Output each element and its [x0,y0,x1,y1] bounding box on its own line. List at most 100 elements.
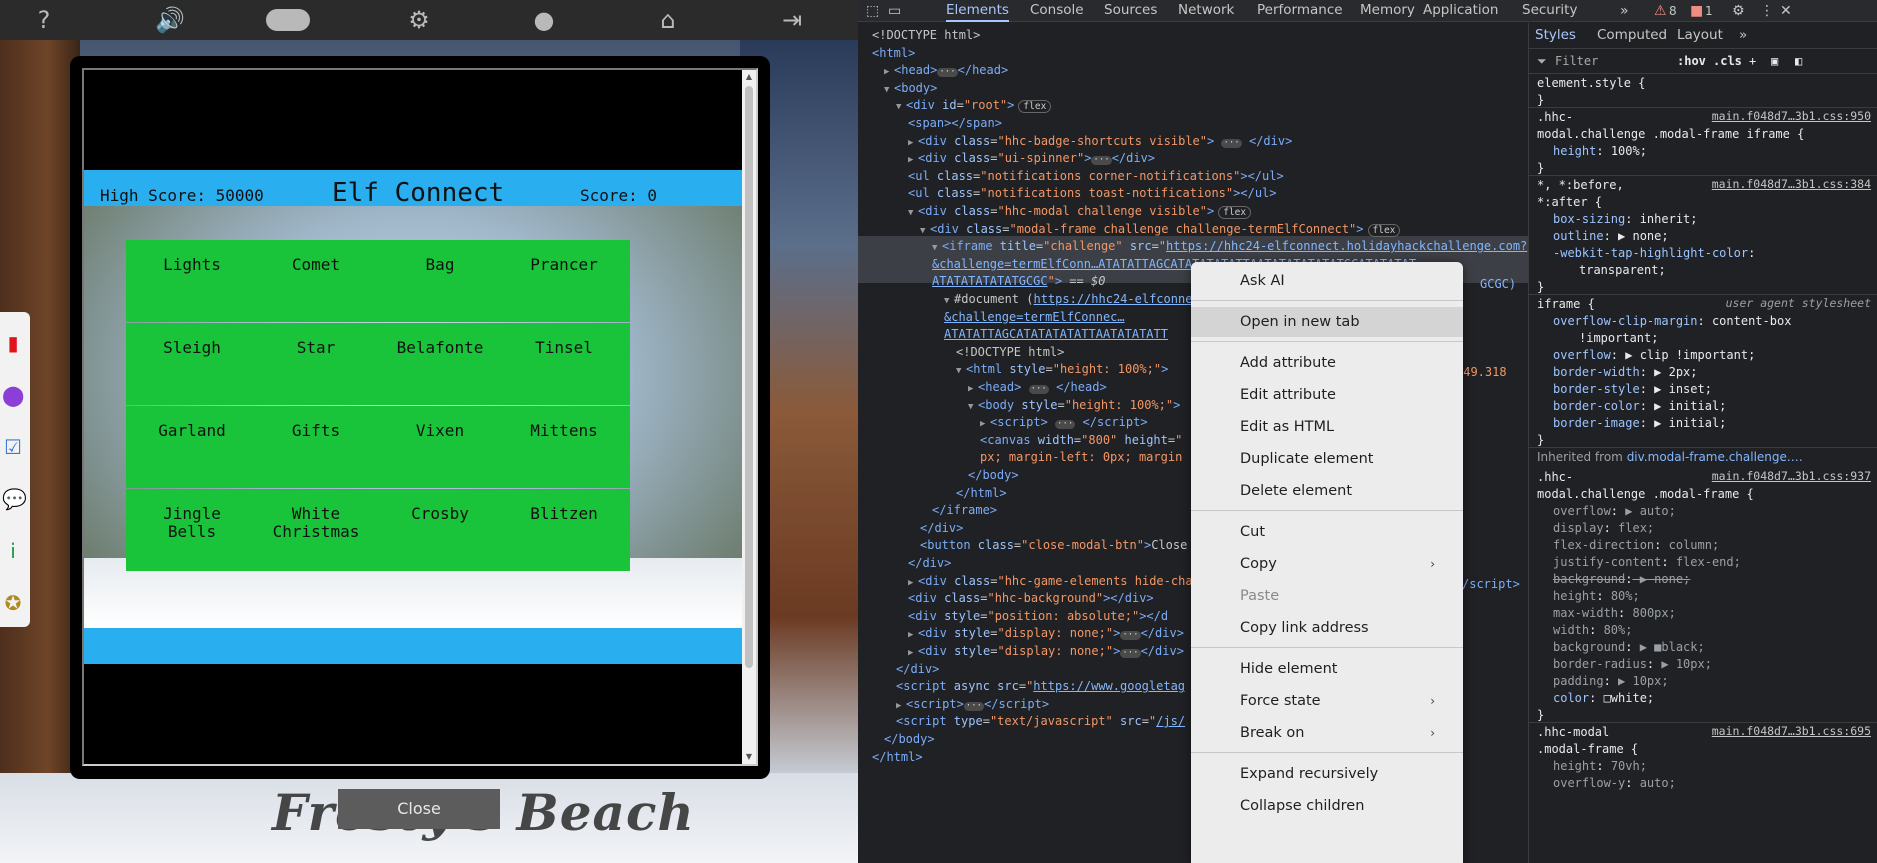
css-property[interactable]: outline: ▶ none; [1553,228,1669,245]
iframe-scrollbar[interactable]: ▲ ▼ [742,70,756,764]
word-tile[interactable]: Vixen [374,406,506,488]
dom-node-line[interactable]: ▼ <div class="hhc-modal challenge visible… [908,203,1252,220]
map-pin-icon[interactable]: ⬤ [2,384,24,406]
menu-item-add-attribute[interactable]: Add attribute [1191,348,1463,378]
close-button[interactable]: Close [338,789,500,829]
dom-node-line[interactable]: ▼ #document (https://hhc24-elfconnec [944,291,1200,308]
css-property[interactable]: overflow: ▶ clip !important; [1553,347,1755,364]
settings-gear-icon[interactable]: ⚙ [1732,2,1745,20]
dom-node-line[interactable]: </div> [896,661,939,678]
book-icon[interactable]: ▮ [2,332,24,354]
dom-node-line[interactable]: px; margin-left: 0px; margin [980,449,1182,466]
tab-performance[interactable]: Performance [1257,0,1343,22]
word-tile[interactable]: Blitzen [498,489,630,571]
dom-node-line[interactable]: ▼ <div class="modal-frame challenge chall… [920,221,1401,238]
css-property[interactable]: border-color: ▶ initial; [1553,398,1726,415]
inspect-element-icon[interactable]: ⬚ [866,2,879,20]
tab-memory[interactable]: Memory [1360,0,1415,22]
css-property[interactable]: height: 100%; [1553,143,1647,160]
scrollbar-thumb[interactable] [745,86,753,668]
dom-node-line[interactable]: ▶ <head> ··· </head> [884,62,1008,79]
dom-node-line[interactable]: </html> [956,485,1007,502]
css-property[interactable]: display: flex; [1553,520,1654,537]
styles-filter-input[interactable]: Filter [1555,53,1598,70]
css-property[interactable]: height: 80%; [1553,588,1640,605]
tab-computed[interactable]: Computed [1597,27,1667,43]
elf-connect-canvas[interactable]: High Score: 50000 Elf Connect Score: 0 L… [84,170,744,628]
tab-security[interactable]: Security [1522,0,1577,22]
scroll-up-arrow-icon[interactable]: ▲ [742,70,756,84]
paint-icon[interactable]: ▣ [1771,53,1778,70]
css-source-link[interactable]: main.f048d7…3b1.css:384 [1712,177,1871,191]
dom-node-line[interactable]: </body> [884,731,935,748]
dom-node-line[interactable]: <span></span> [908,115,1002,132]
warning-icon[interactable]: ⚠ [1654,2,1667,20]
css-property[interactable]: height: 70vh; [1553,758,1647,775]
css-source-link[interactable]: main.f048d7…3b1.css:950 [1712,109,1871,123]
word-tile[interactable]: Prancer [498,240,630,322]
badge-icon[interactable]: ✪ [2,592,24,614]
kebab-menu-icon[interactable]: ⋮ [1760,2,1774,20]
dom-node-line[interactable]: ▶ <div class="hhc-badge-shortcuts visible… [908,133,1292,150]
menu-item-expand-recursively[interactable]: Expand recursively [1191,759,1463,789]
dom-node-line[interactable]: ▼ <html style="height: 100%;"> [956,361,1168,378]
word-tile[interactable]: Bag [374,240,506,322]
word-tile[interactable]: Comet [250,240,382,322]
css-property[interactable]: border-width: ▶ 2px; [1553,364,1698,381]
menu-item-edit-as-html[interactable]: Edit as HTML [1191,412,1463,442]
dom-node-line[interactable]: <ul class="notifications toast-notificat… [908,185,1277,202]
tab-sources[interactable]: Sources [1104,0,1157,22]
word-tile[interactable]: White Christmas [250,489,382,571]
dom-node-line[interactable]: </div> [920,520,963,537]
css-property[interactable]: border-radius: ▶ 10px; [1553,656,1712,673]
css-property[interactable]: width: 80%; [1553,622,1632,639]
logout-icon[interactable]: ⇥ [778,6,806,34]
menu-item-edit-attribute[interactable]: Edit attribute [1191,380,1463,410]
tab-console[interactable]: Console [1030,0,1084,22]
dom-node-line[interactable]: ▶ <script> ··· </script> [980,414,1148,431]
css-property[interactable]: overflow-y: auto; [1553,775,1676,792]
word-tile[interactable]: Star [250,323,382,405]
css-property[interactable]: box-sizing: inherit; [1553,211,1698,228]
word-tile[interactable]: Sleigh [126,323,258,405]
css-property[interactable]: background: ▶ ■black; [1553,639,1705,656]
close-icon[interactable]: ✕ [1780,2,1792,20]
menu-item-collapse-children[interactable]: Collapse children [1191,791,1463,821]
css-property[interactable]: flex-direction: column; [1553,537,1719,554]
dom-node-line[interactable]: <button class="close-modal-btn">Close [920,537,1187,554]
word-tile[interactable]: Lights [126,240,258,322]
dom-node-line[interactable]: ATATATATATATGCGC"> == $0 [932,273,1105,290]
tab-styles[interactable]: Styles [1535,27,1576,43]
help-icon[interactable]: ? [30,6,58,34]
css-property[interactable]: color: □white; [1553,690,1654,707]
tab-layout[interactable]: Layout [1677,27,1723,43]
css-property[interactable]: border-image: ▶ initial; [1553,415,1726,432]
dom-node-line[interactable]: <script type="text/javascript" src="/js/ [896,713,1185,730]
checklist-icon[interactable]: ☑ [2,436,24,458]
class-toggle[interactable]: .cls [1713,53,1742,70]
menu-item-hide-element[interactable]: Hide element [1191,654,1463,684]
discord-icon[interactable] [266,9,310,31]
menu-item-break-on[interactable]: Break on › [1191,718,1463,748]
menu-item-cut[interactable]: Cut [1191,517,1463,547]
word-tile[interactable]: Mittens [498,406,630,488]
css-property[interactable]: background: ▶ none; [1553,571,1690,588]
menu-item-duplicate-element[interactable]: Duplicate element [1191,444,1463,474]
dom-node-line[interactable]: ▶ <script> ··· </script> [896,696,1049,713]
css-property[interactable]: overflow-clip-margin: content-box [1553,313,1791,330]
dom-node-line[interactable]: ▼ <div id="root"> flex [896,97,1052,114]
dom-node-line[interactable]: </html> [872,749,923,766]
home-icon[interactable]: ⌂ [654,6,682,34]
dom-node-line[interactable]: &challenge=termElfConnec… [944,309,1125,326]
dom-node-line[interactable]: ▼ <body style="height: 100%;"> [968,397,1180,414]
dom-node-line[interactable]: <canvas width="800" height=" [980,432,1182,449]
more-tabs-icon[interactable]: » [1620,2,1629,20]
dom-node-line[interactable]: ▶ <div class="hhc-game-elements hide-cha [908,573,1193,590]
menu-item-delete-element[interactable]: Delete element [1191,476,1463,506]
word-tile[interactable]: Gifts [250,406,382,488]
user-icon[interactable]: ● [530,6,558,34]
scroll-down-arrow-icon[interactable]: ▼ [742,750,756,764]
tab-application[interactable]: Application [1423,0,1498,22]
menu-item-force-state[interactable]: Force state › [1191,686,1463,716]
dom-node-line[interactable]: <script async src="https://www.googletag [896,678,1185,695]
